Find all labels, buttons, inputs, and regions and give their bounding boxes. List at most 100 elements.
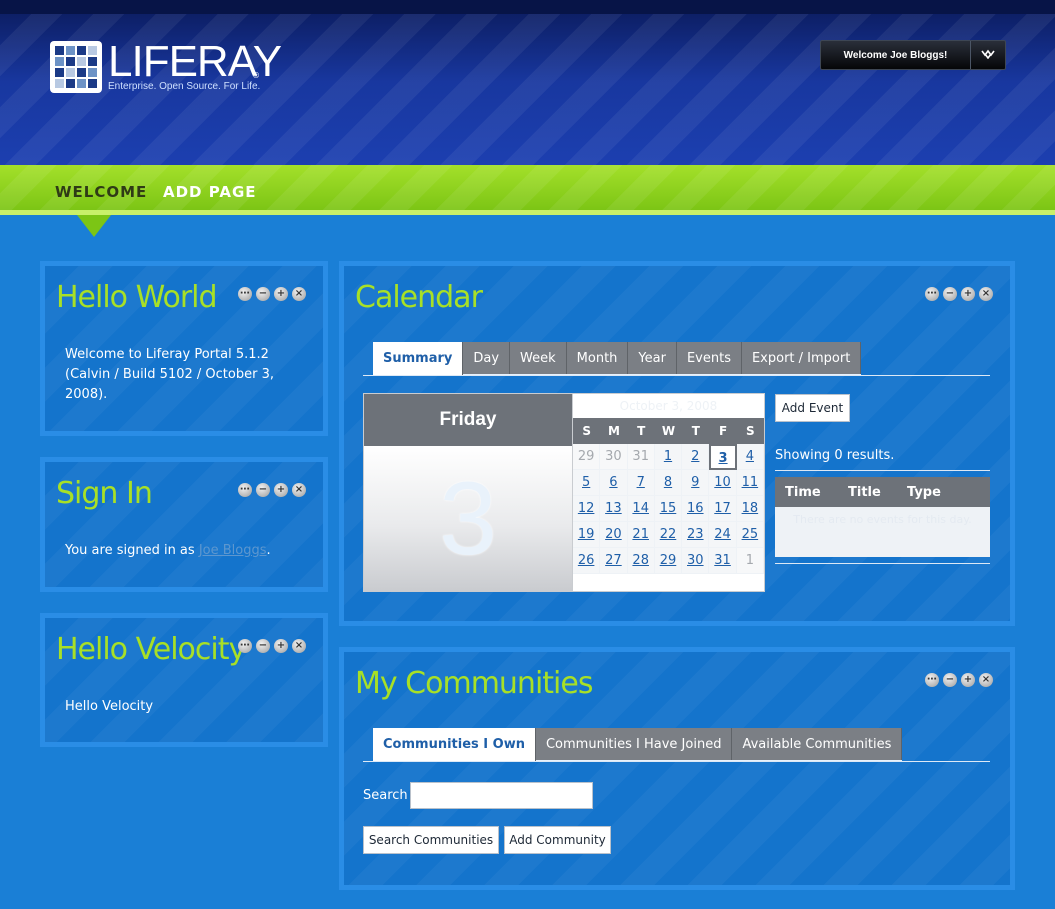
day-cell[interactable]: 13 [600, 496, 628, 522]
options-icon[interactable]: ⋯ [925, 673, 939, 687]
day-cell-today[interactable]: 3 [709, 444, 737, 470]
column-header-type[interactable]: Type [907, 485, 941, 500]
page-header: LIFERAY ® Enterprise. Open Source. For L… [0, 0, 1055, 165]
search-communities-button[interactable]: Search Communities [363, 826, 499, 854]
portlet-controls: ⋯ − + × [238, 287, 306, 301]
day-cell[interactable]: 10 [709, 470, 737, 496]
results-count: Showing 0 results. [775, 448, 895, 463]
day-cell[interactable]: 27 [600, 548, 628, 574]
day-cell[interactable]: 12 [573, 496, 601, 522]
day-cell[interactable]: 6 [600, 470, 628, 496]
user-bar: Welcome Joe Bloggs! [820, 40, 1006, 70]
close-icon[interactable]: × [979, 287, 993, 301]
options-icon[interactable]: ⋯ [238, 639, 252, 653]
day-cell[interactable]: 8 [654, 470, 683, 496]
add-event-button[interactable]: Add Event [775, 394, 850, 422]
day-cell[interactable]: 28 [627, 548, 655, 574]
user-greeting[interactable]: Welcome Joe Bloggs! [821, 50, 970, 61]
nav-item-add-page[interactable]: ADD PAGE [163, 183, 257, 201]
day-name: Friday [364, 394, 572, 446]
column-header-time[interactable]: Time [785, 485, 821, 500]
maximize-icon[interactable]: + [961, 287, 975, 301]
portlet-hello-velocity: Hello Velocity ⋯ − + × Hello Velocity [40, 613, 328, 747]
weekday-label: M [607, 424, 620, 438]
main-navigation: WELCOME ADD PAGE [0, 165, 1055, 215]
maximize-icon[interactable]: + [274, 287, 288, 301]
day-cell[interactable]: 16 [682, 496, 710, 522]
portlet-sign-in: Sign In ⋯ − + × You are signed in as Joe… [40, 457, 328, 592]
maximize-icon[interactable]: + [274, 639, 288, 653]
options-icon[interactable]: ⋯ [925, 287, 939, 301]
minimize-icon[interactable]: − [256, 639, 270, 653]
weekday-label: T [691, 424, 700, 438]
tab-available-communities[interactable]: Available Communities [732, 728, 903, 760]
tab-communities-i-own[interactable]: Communities I Own [373, 728, 536, 761]
weekday-header: S M T W T F S [573, 418, 764, 444]
user-menu-button[interactable] [970, 41, 1005, 69]
day-cell[interactable]: 30 [682, 548, 710, 574]
minimize-icon[interactable]: − [943, 673, 957, 687]
logo-grid-icon [50, 41, 102, 93]
portlet-hello-world: Hello World ⋯ − + × Welcome to Liferay P… [40, 261, 328, 436]
day-cell[interactable]: 26 [573, 548, 601, 574]
minimize-icon[interactable]: − [943, 287, 957, 301]
day-cell[interactable]: 31 [709, 548, 737, 574]
empty-results-message: There are no events for this day. [775, 507, 990, 557]
tab-day[interactable]: Day [463, 342, 511, 374]
maximize-icon[interactable]: + [961, 673, 975, 687]
portlet-title: Sign In [56, 476, 153, 511]
day-cell[interactable]: 25 [736, 522, 764, 548]
close-icon[interactable]: × [979, 673, 993, 687]
tab-summary[interactable]: Summary [373, 342, 464, 375]
day-cell-other-month: 31 [627, 444, 655, 470]
liferay-logo[interactable]: LIFERAY ® Enterprise. Open Source. For L… [50, 37, 282, 111]
day-cell[interactable]: 20 [600, 522, 628, 548]
day-cell[interactable]: 7 [627, 470, 655, 496]
day-cell[interactable]: 22 [654, 522, 683, 548]
tab-year[interactable]: Year [628, 342, 677, 374]
minimize-icon[interactable]: − [256, 287, 270, 301]
day-cell[interactable]: 4 [736, 444, 764, 470]
search-input[interactable] [410, 782, 593, 809]
portlet-content: Welcome to Liferay Portal 5.1.2 (Calvin … [65, 347, 274, 402]
add-community-button[interactable]: Add Community [504, 826, 611, 854]
day-cell[interactable]: 2 [682, 444, 710, 470]
day-cell[interactable]: 1 [654, 444, 683, 470]
calendar-tabs: Summary Day Week Month Year Events Expor… [373, 342, 862, 375]
month-header: October 3, 2008 [619, 399, 718, 413]
day-cell[interactable]: 29 [654, 548, 683, 574]
day-cell[interactable]: 21 [627, 522, 655, 548]
minimize-icon[interactable]: − [256, 483, 270, 497]
events-table-header: Time Title Type [775, 477, 990, 507]
weekday-label: F [718, 424, 728, 438]
communities-tabs: Communities I Own Communities I Have Joi… [373, 728, 903, 761]
options-icon[interactable]: ⋯ [238, 287, 252, 301]
tab-events[interactable]: Events [676, 342, 742, 374]
day-cell[interactable]: 17 [709, 496, 737, 522]
tab-export-import[interactable]: Export / Import [741, 342, 862, 374]
logo-registered-mark: ® [252, 71, 260, 80]
tab-month[interactable]: Month [566, 342, 629, 374]
day-cell[interactable]: 23 [682, 522, 710, 548]
portlet-content: Hello Velocity [65, 699, 154, 714]
weekday-label: S [582, 424, 591, 438]
nav-item-welcome[interactable]: WELCOME [55, 183, 147, 201]
day-cell[interactable]: 18 [736, 496, 764, 522]
close-icon[interactable]: × [292, 483, 306, 497]
tab-communities-joined[interactable]: Communities I Have Joined [535, 728, 733, 760]
day-cell[interactable]: 19 [573, 522, 601, 548]
close-icon[interactable]: × [292, 639, 306, 653]
day-cell[interactable]: 24 [709, 522, 737, 548]
day-cell[interactable]: 11 [736, 470, 764, 496]
options-icon[interactable]: ⋯ [238, 483, 252, 497]
column-header-title[interactable]: Title [848, 485, 881, 500]
tab-week[interactable]: Week [510, 342, 567, 374]
day-cell[interactable]: 14 [627, 496, 655, 522]
portlet-controls: ⋯ − + × [925, 287, 993, 301]
day-cell[interactable]: 9 [682, 470, 710, 496]
user-profile-link[interactable]: Joe Bloggs [199, 543, 267, 558]
day-cell[interactable]: 5 [573, 470, 601, 496]
close-icon[interactable]: × [292, 287, 306, 301]
maximize-icon[interactable]: + [274, 483, 288, 497]
day-cell[interactable]: 15 [654, 496, 683, 522]
